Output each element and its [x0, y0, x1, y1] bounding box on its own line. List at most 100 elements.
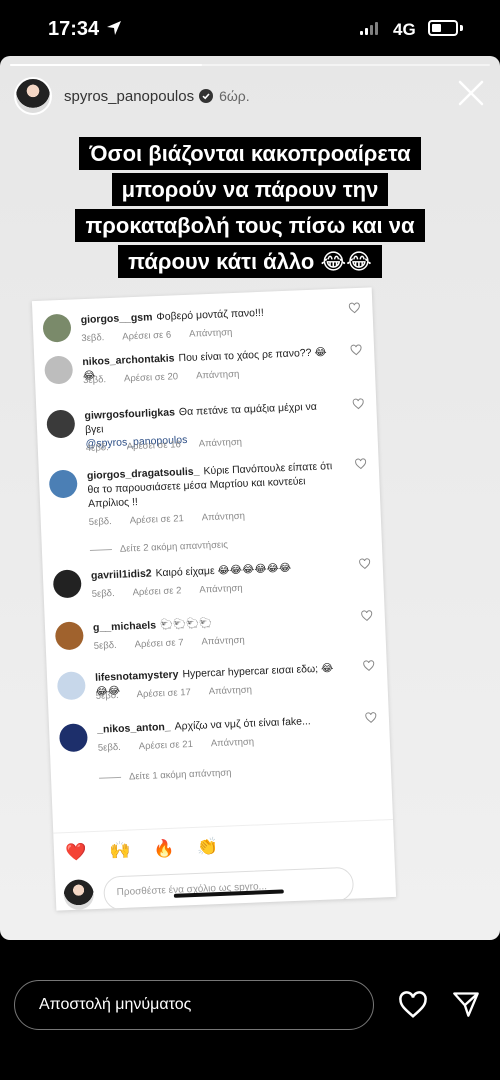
comment-likes[interactable]: Αρέσει σε 17 [136, 687, 191, 700]
reaction-emoji[interactable]: 😢 [241, 835, 260, 856]
comment-username[interactable]: lifesnotamystery [95, 668, 179, 683]
comment-input[interactable]: Προσθέστε ένα σχόλιο ως spyro... [103, 866, 355, 911]
signal-icon [360, 21, 378, 35]
heart-icon[interactable] [352, 398, 364, 410]
list-item: giorgos_dragatsoulis_ Κύριε Πανόπουλε είπ… [48, 458, 369, 528]
comment-time: 5εβδ. [93, 639, 117, 652]
comment-likes[interactable]: Αρέσει σε 7 [134, 637, 183, 650]
list-item: nikos_archontakis Που είναι το χάος ρε πα… [44, 344, 364, 386]
comment-username[interactable]: giwrgosfourligkas [84, 406, 175, 422]
story-progress-bar [10, 64, 490, 66]
caption-text: Όσοι βιάζονται κακοπροαίρετα μπορούν να … [75, 137, 425, 278]
avatar[interactable] [48, 469, 78, 499]
comment-likes[interactable]: Αρέσει σε 21 [139, 739, 194, 752]
story-username[interactable]: spyros_panopoulos [64, 88, 194, 105]
reply-button[interactable]: Απάντηση [209, 685, 253, 698]
comment-text: gavriil1idis2 Καιρό είχαμε 😂😂😂😂😂😂 [91, 559, 337, 583]
comment-username[interactable]: gavriil1idis2 [91, 567, 152, 581]
avatar[interactable] [56, 671, 86, 701]
reply-button[interactable]: Απάντηση [196, 369, 240, 382]
comment-time: 5εβδ. [95, 689, 119, 702]
reaction-emoji[interactable]: 🙌 [109, 840, 131, 861]
comment-meta: 5εβδ. Αρέσει σε 21 Απάντηση [98, 737, 255, 754]
network-type: 4G [393, 20, 416, 39]
reply-button[interactable]: Απάντηση [211, 737, 255, 750]
message-input[interactable]: Αποστολή μηνύματος [14, 980, 374, 1030]
battery-icon [428, 20, 458, 36]
story-caption: Όσοι βιάζονται κακοπροαίρετα μπορούν να … [50, 136, 450, 280]
story-progress-fill [10, 64, 202, 66]
comment-likes[interactable]: Αρέσει σε 20 [124, 371, 179, 384]
list-item: giorgos__gsm Φοβερό μοντάζ πανο!!! 3εβδ. Αρ… [42, 302, 362, 344]
comment-likes[interactable]: Αρέσει σε 6 [122, 330, 171, 343]
comment-text: giorgos_dragatsoulis_ Κύριε Πανόπουλε είπ… [87, 459, 334, 511]
reply-button[interactable]: Απάντηση [199, 583, 243, 596]
reply-button[interactable]: Απάντηση [199, 437, 243, 450]
comment-body: Φοβερό μοντάζ πανο!!! [156, 306, 265, 324]
reaction-emoji[interactable]: 🔥 [153, 838, 175, 859]
comment-username[interactable]: giorgos__gsm [80, 311, 152, 326]
reaction-emoji[interactable]: 👏 [197, 837, 219, 858]
heart-icon[interactable] [348, 302, 360, 314]
bottom-bar: Αποστολή μηνύματος [0, 940, 500, 1080]
reply-button[interactable]: Απάντηση [201, 635, 245, 648]
comment-time: 4εβδ. [85, 442, 109, 455]
heart-icon[interactable] [361, 610, 373, 622]
comment-text: giorgos__gsm Φοβερό μοντάζ πανο!!! [80, 303, 326, 327]
heart-icon[interactable] [365, 712, 377, 724]
verified-badge-icon [199, 89, 214, 103]
view-more-replies-1[interactable]: Δείτε 2 ακόμη απαντήσεις [89, 539, 228, 556]
comment-time: 3εβδ. [82, 374, 107, 387]
reply-button[interactable]: Απάντηση [202, 511, 246, 524]
view-more-replies-2[interactable]: Δείτε 1 ακόμη απάντηση [99, 767, 232, 783]
avatar[interactable] [54, 621, 84, 651]
reaction-emoji[interactable]: 😍 [281, 833, 300, 854]
story-view[interactable]: spyros_panopoulos 6ώρ. Όσοι βιάζονται κα… [0, 56, 500, 940]
avatar[interactable] [44, 355, 74, 385]
reaction-emoji[interactable]: ❤️ [65, 842, 87, 863]
reply-button[interactable]: Απάντηση [189, 327, 233, 340]
location-arrow-icon [107, 21, 121, 35]
avatar[interactable] [14, 77, 52, 115]
heart-icon[interactable] [358, 558, 371, 570]
comment-meta: 5εβδ. Αρέσει σε 2 Απάντηση [91, 583, 242, 600]
comment-text: g__michaels 🐑🐑🐑🐑 [93, 611, 339, 635]
more-replies-label[interactable]: Δείτε 1 ακόμη απάντηση [129, 767, 232, 782]
comment-likes[interactable]: Αρέσει σε 16 [127, 439, 182, 452]
reaction-bar: ❤️ 🙌 🔥 👏 😢 😍 😮 😂 [53, 818, 395, 873]
reaction-emoji[interactable]: 😂 [362, 830, 383, 851]
comment-time: 5εβδ. [97, 741, 122, 754]
comment-likes[interactable]: Αρέσει σε 2 [132, 585, 181, 598]
comment-username[interactable]: g__michaels [93, 619, 156, 634]
avatar[interactable] [42, 313, 72, 343]
avatar[interactable] [52, 569, 82, 599]
comment-username[interactable]: _nikos_anton_ [97, 721, 171, 736]
send-icon[interactable] [452, 990, 480, 1018]
heart-icon[interactable] [363, 660, 375, 672]
story-age: 6ώρ. [219, 88, 250, 104]
comment-time: 5εβδ. [88, 516, 112, 528]
close-icon[interactable] [456, 78, 486, 108]
list-item: giwrgosfourligkas Θα πετάνε τα αμάξια μέχ… [46, 398, 366, 454]
battery-tip [460, 25, 463, 31]
heart-icon[interactable] [354, 458, 367, 470]
comments-screenshot: giorgos__gsm Φοβερό μοντάζ πανο!!! 3εβδ. Αρ… [31, 287, 397, 911]
comment-meta: 5εβδ. Αρέσει σε 21 Απάντηση [89, 511, 246, 528]
avatar[interactable] [58, 723, 89, 753]
comment-meta: 5εβδ. Αρέσει σε 7 Απάντηση [94, 635, 245, 652]
list-item: lifesnotamystery Hypercar hypercar εισαι … [56, 660, 377, 702]
more-replies-label[interactable]: Δείτε 2 ακόμη απαντήσεις [120, 539, 228, 554]
comment-body: Αρχίζω να νμζ ότι είναι fake... [174, 715, 311, 733]
status-bar: 17:34 4G [0, 0, 500, 56]
heart-icon[interactable] [398, 990, 428, 1020]
comment-username[interactable]: nikos_archontakis [82, 352, 175, 368]
comment-text: _nikos_anton_ Αρχίζω να νμζ ότι είναι fak… [97, 713, 343, 737]
list-item: _nikos_anton_ Αρχίζω να νμζ ότι είναι fak… [58, 711, 379, 754]
avatar [63, 879, 95, 911]
list-item: gavriil1idis2 Καιρό είχαμε 😂😂😂😂😂😂 5εβδ. Αρέ… [52, 558, 373, 600]
comment-likes[interactable]: Αρέσει σε 21 [129, 513, 184, 526]
reaction-emoji[interactable]: 😮 [322, 832, 341, 853]
comment-body: Καιρό είχαμε 😂😂😂😂😂😂 [155, 561, 292, 580]
heart-icon[interactable] [350, 344, 362, 356]
avatar[interactable] [46, 409, 76, 439]
